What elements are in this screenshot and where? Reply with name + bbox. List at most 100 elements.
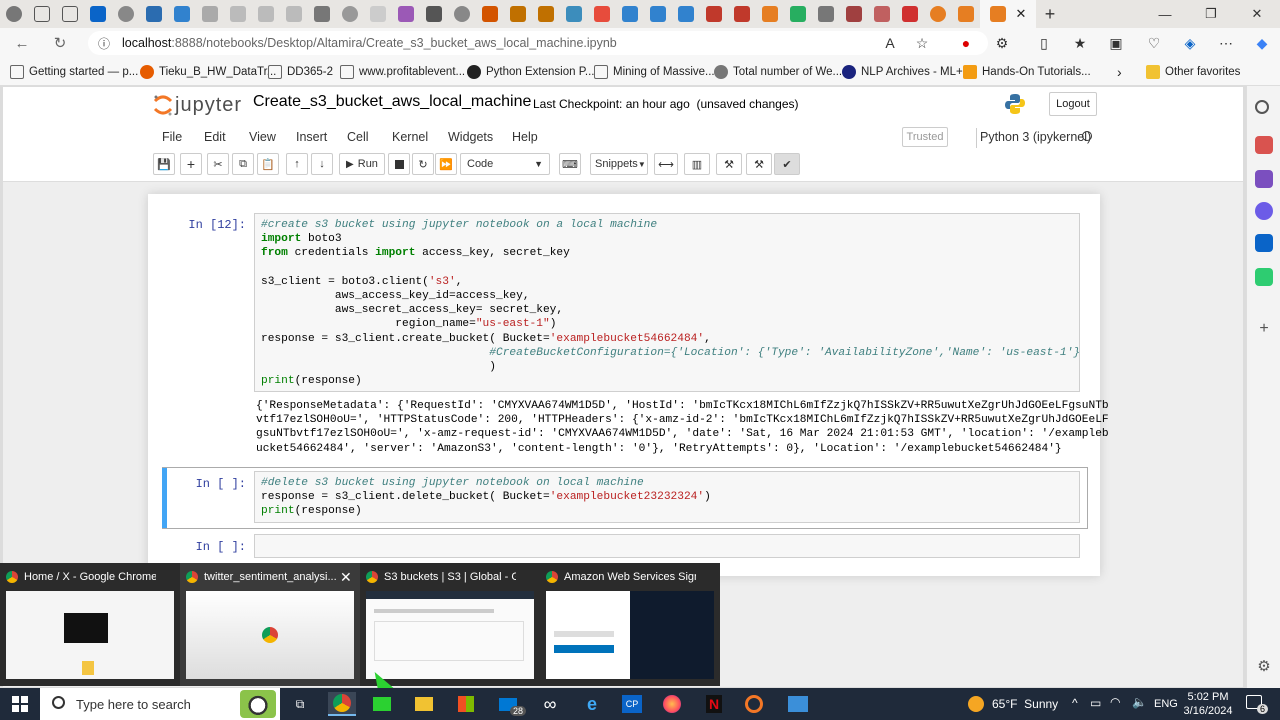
- copilot-icon[interactable]: [1255, 202, 1273, 220]
- tab-icon[interactable]: [308, 0, 336, 28]
- code-cell-2[interactable]: #delete s3 bucket using jupyter notebook…: [254, 471, 1080, 523]
- menu-file[interactable]: File: [162, 130, 182, 144]
- network-icon[interactable]: ▭: [1090, 696, 1101, 710]
- copilot-icon[interactable]: ◆: [1252, 33, 1272, 53]
- show-hidden-icons[interactable]: ^: [1072, 696, 1078, 710]
- bookmark-item[interactable]: NLP Archives - ML+: [842, 64, 963, 80]
- extensions-icon[interactable]: ⚙: [992, 33, 1012, 53]
- task-view-icon[interactable]: ⧉: [286, 692, 314, 716]
- tab-icon[interactable]: [336, 0, 364, 28]
- tools-icon[interactable]: [1255, 136, 1273, 154]
- chart-button[interactable]: ▥: [684, 153, 710, 175]
- menu-help[interactable]: Help: [512, 130, 538, 144]
- cp-app-icon[interactable]: CP: [618, 692, 646, 716]
- menu-view[interactable]: View: [249, 130, 276, 144]
- tab-icon[interactable]: [280, 0, 308, 28]
- window-thumbnail[interactable]: twitter_sentiment_analysi... ✕: [180, 563, 360, 686]
- tab-icon[interactable]: [392, 0, 420, 28]
- workspaces-icon[interactable]: [28, 0, 56, 28]
- infinity-app-icon[interactable]: ∞: [536, 692, 564, 716]
- search-icon[interactable]: [1255, 100, 1269, 114]
- back-icon[interactable]: ←: [10, 32, 34, 54]
- firefox-icon[interactable]: [658, 692, 686, 716]
- edge-icon[interactable]: e: [578, 692, 606, 716]
- tab-icon[interactable]: [756, 0, 784, 28]
- jupyter-logo[interactable]: jupyter: [153, 93, 242, 117]
- hammer-button[interactable]: ⚒: [716, 153, 742, 175]
- tab-actions-icon[interactable]: [56, 0, 84, 28]
- read-aloud-icon[interactable]: A: [880, 33, 900, 53]
- weather-text[interactable]: 65°F Sunny: [992, 697, 1058, 711]
- extension-icon[interactable]: ●: [956, 33, 976, 53]
- weather-icon[interactable]: [968, 696, 984, 712]
- maximize-icon[interactable]: ❐: [1188, 0, 1234, 28]
- language-indicator[interactable]: ENG: [1154, 698, 1178, 710]
- other-favorites[interactable]: Other favorites: [1146, 64, 1240, 80]
- tab-icon[interactable]: [112, 0, 140, 28]
- move-down-button[interactable]: ↓: [311, 153, 333, 175]
- performance-icon[interactable]: ♡: [1144, 33, 1164, 53]
- close-window-icon[interactable]: ✕: [1234, 0, 1280, 28]
- mail-icon[interactable]: 28: [494, 692, 527, 716]
- bookmark-item[interactable]: www.profitablevent...: [340, 64, 465, 80]
- trusted-badge[interactable]: Trusted: [902, 127, 948, 147]
- favorite-star-icon[interactable]: ☆: [912, 33, 932, 53]
- menu-widgets[interactable]: Widgets: [448, 130, 493, 144]
- tab-icon[interactable]: [812, 0, 840, 28]
- windows-start-icon[interactable]: [12, 696, 28, 712]
- notebook-title[interactable]: Create_s3_bucket_aws_local_machine: [253, 93, 531, 111]
- tab-icon[interactable]: [840, 0, 868, 28]
- run-button[interactable]: ▶ Run: [339, 153, 385, 175]
- save-button[interactable]: 💾: [153, 153, 175, 175]
- tab-icon[interactable]: [224, 0, 252, 28]
- tab-icon[interactable]: [672, 0, 700, 28]
- info-icon[interactable]: ⓘ: [98, 35, 110, 52]
- taskbar-app-icon[interactable]: [368, 692, 396, 716]
- add-icon[interactable]: +: [1255, 320, 1273, 338]
- interrupt-button[interactable]: [388, 153, 410, 175]
- restart-button[interactable]: ↻: [412, 153, 434, 175]
- paste-button[interactable]: 📋: [257, 153, 279, 175]
- wifi-icon[interactable]: ◠: [1110, 695, 1120, 709]
- jupyter-app-icon[interactable]: [740, 692, 768, 716]
- close-tab-icon[interactable]: ✕: [1016, 6, 1027, 22]
- new-tab-icon[interactable]: +: [1036, 0, 1064, 28]
- tab-icon[interactable]: [476, 0, 504, 28]
- settings-icon[interactable]: ⚙: [1255, 658, 1273, 676]
- menu-kernel[interactable]: Kernel: [392, 130, 428, 144]
- cut-button[interactable]: ✂: [207, 153, 229, 175]
- expand-button[interactable]: ⟷: [654, 153, 678, 175]
- cell-type-select[interactable]: Code ▼: [460, 153, 550, 175]
- tab-icon[interactable]: [140, 0, 168, 28]
- move-up-button[interactable]: ↑: [286, 153, 308, 175]
- games-icon[interactable]: [1255, 170, 1273, 188]
- bookmark-item[interactable]: Hands-On Tutorials...: [963, 64, 1091, 80]
- tab-icon[interactable]: [784, 0, 812, 28]
- bookmarks-overflow-icon[interactable]: ›: [1117, 64, 1122, 80]
- close-thumbnail-icon[interactable]: ✕: [340, 569, 352, 586]
- code-cell-3[interactable]: [254, 534, 1080, 558]
- tab-icon[interactable]: [588, 0, 616, 28]
- tab-icon[interactable]: [616, 0, 644, 28]
- outlook-icon[interactable]: [1255, 234, 1273, 252]
- menu-edit[interactable]: Edit: [204, 130, 226, 144]
- refresh-icon[interactable]: ↻: [48, 32, 72, 54]
- tab-icon[interactable]: [868, 0, 896, 28]
- url-field[interactable]: ⓘ localhost:8888/notebooks/Desktop/Altam…: [88, 31, 988, 55]
- snippets-select[interactable]: Snippets ▼: [590, 153, 648, 175]
- volume-icon[interactable]: 🔈: [1132, 695, 1147, 709]
- bookmark-item[interactable]: Tieku_B_HW_DataTr...: [140, 64, 276, 80]
- tab-icon[interactable]: [532, 0, 560, 28]
- tab-icon-active[interactable]: ✕: [980, 0, 1036, 28]
- remote-desktop-icon[interactable]: [784, 692, 812, 716]
- tab-outlook-icon[interactable]: [84, 0, 112, 28]
- more-menu-icon[interactable]: ⋯: [1216, 33, 1236, 53]
- netflix-icon[interactable]: N: [700, 692, 728, 716]
- minimize-icon[interactable]: —: [1142, 0, 1188, 28]
- tab-icon[interactable]: [644, 0, 672, 28]
- taskbar-chrome-icon[interactable]: [328, 692, 356, 716]
- logout-button[interactable]: Logout: [1049, 92, 1097, 116]
- restart-run-all-button[interactable]: ⏩: [435, 153, 457, 175]
- insert-cell-button[interactable]: +: [180, 153, 202, 175]
- tab-icon[interactable]: [700, 0, 728, 28]
